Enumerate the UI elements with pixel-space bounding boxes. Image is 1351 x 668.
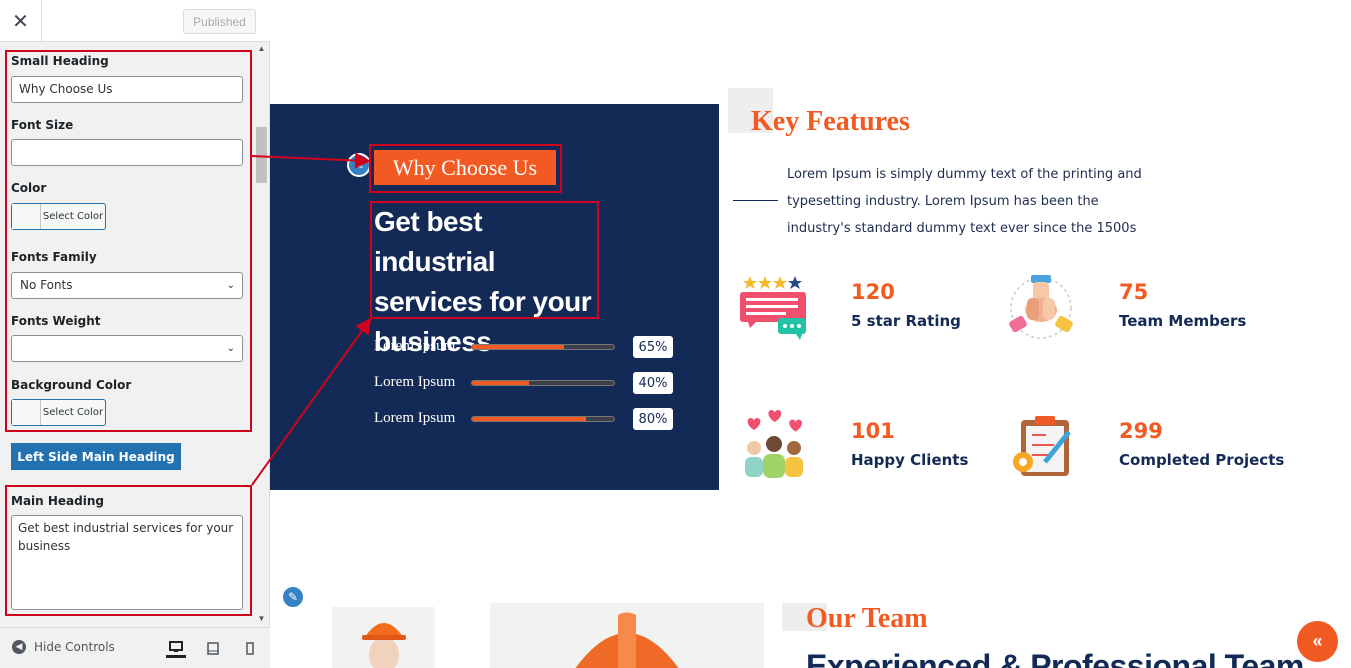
edit-shortcut-pencil-icon[interactable]: ✎ [281, 585, 305, 609]
team-member-photo [332, 607, 435, 668]
stat-team-number: 75 [1119, 280, 1149, 304]
back-to-top-button[interactable]: « [1297, 621, 1338, 662]
key-features-divider [733, 200, 778, 201]
stat-projects-label: Completed Projects [1119, 451, 1285, 469]
star-rating-icon [740, 276, 806, 340]
stat-clients-number: 101 [851, 419, 895, 443]
stat-rating-number: 120 [851, 280, 895, 304]
arrow-small-heading [251, 152, 371, 169]
stat-projects-number: 299 [1119, 419, 1163, 443]
key-features-text: Lorem Ipsum is simply dummy text of the … [787, 167, 1142, 236]
our-team-title: Our Team [806, 603, 928, 634]
stat-rating-label: 5 star Rating [851, 312, 961, 330]
key-features-title: Key Features [751, 106, 910, 137]
team-hands-icon [1009, 275, 1073, 339]
stat-team-label: Team Members [1119, 312, 1247, 330]
chevron-double-up-icon: « [1312, 631, 1323, 651]
annotation-arrows [251, 152, 372, 486]
happy-clients-icon [745, 410, 803, 478]
team-featured-photo [490, 603, 764, 668]
our-team-subtitle: Experienced & Professional Team [806, 648, 1304, 668]
stat-clients-label: Happy Clients [851, 451, 969, 469]
clipboard-icon [1013, 416, 1071, 476]
arrow-main-heading [251, 317, 372, 486]
